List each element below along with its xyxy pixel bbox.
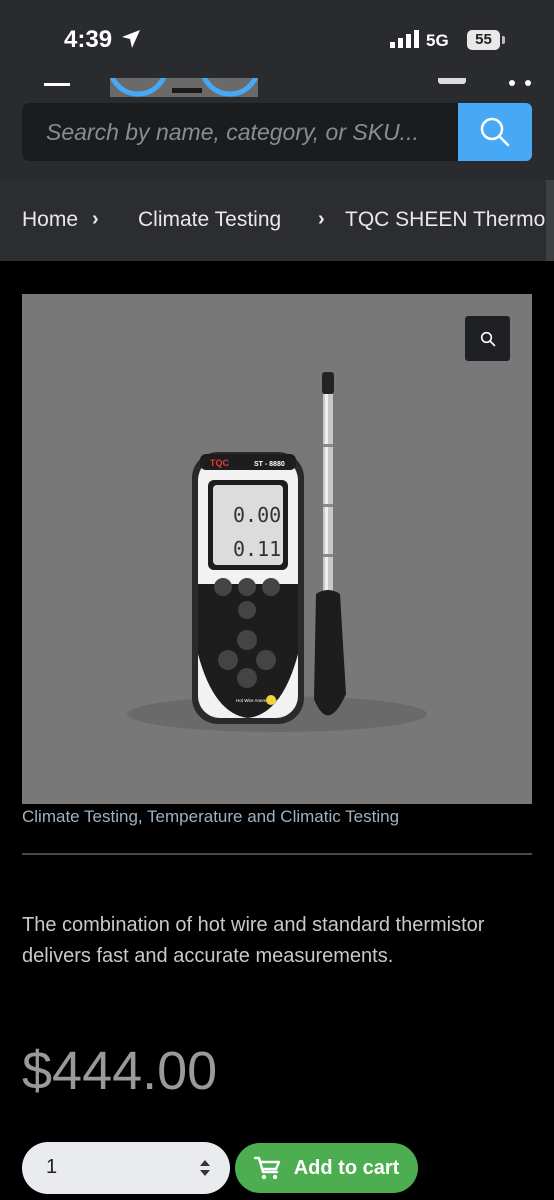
up-down-arrows-icon	[200, 1160, 210, 1176]
zoom-button[interactable]	[465, 316, 510, 361]
product-description: The combination of hot wire and standard…	[22, 914, 485, 967]
battery-icon: 55	[467, 30, 500, 50]
breadcrumb-scrollbar[interactable]	[546, 180, 554, 261]
search-button[interactable]	[458, 103, 532, 161]
category-link[interactable]: Temperature and Climatic Testing	[147, 807, 399, 826]
chevron-right-icon: ›	[92, 208, 99, 230]
search-icon	[480, 117, 510, 147]
breadcrumb: Home › Climate Testing › TQC SHEEN Therm…	[0, 180, 554, 261]
network-label: 5G	[426, 31, 449, 50]
display-bottom: 0.11	[233, 537, 281, 561]
site-logo[interactable]	[110, 78, 258, 97]
signal-icon	[390, 30, 419, 48]
cart-plus-icon	[253, 1156, 280, 1180]
product-image[interactable]: TQC ST - 8880 0.00 0.11 Hot Wire Anemome…	[22, 294, 532, 804]
status-bar: 4:39 5G 55	[0, 0, 554, 78]
product-categories: Climate Testing, Temperature and Climati…	[22, 807, 399, 827]
breadcrumb-category[interactable]: Climate Testing	[138, 208, 281, 232]
quantity-value: 1	[46, 1156, 58, 1178]
device-brand: TQC	[210, 458, 229, 468]
cart-icon[interactable]	[506, 78, 536, 88]
logo-graphic	[110, 78, 258, 97]
chevron-right-icon: ›	[318, 208, 325, 230]
add-to-cart-button[interactable]: Add to cart	[235, 1143, 418, 1193]
display-top: 0.00	[233, 503, 281, 527]
menu-icon[interactable]	[44, 78, 70, 86]
add-to-cart-label: Add to cart	[293, 1156, 400, 1179]
quantity-select[interactable]: 1	[22, 1142, 230, 1194]
anemometer-illustration: TQC ST - 8880 0.00 0.11 Hot Wire Anemome…	[127, 372, 427, 732]
site-header	[0, 78, 554, 180]
account-icon[interactable]	[438, 78, 466, 84]
product-price: $444.00	[22, 1041, 218, 1101]
category-separator: ,	[137, 807, 148, 826]
breadcrumb-home[interactable]: Home	[22, 208, 78, 232]
category-link[interactable]: Climate Testing	[22, 807, 138, 826]
zoom-icon	[480, 331, 495, 346]
location-arrow-icon	[122, 30, 140, 48]
device-model: ST - 8880	[254, 461, 285, 468]
status-time: 4:39	[64, 26, 113, 53]
breadcrumb-current: TQC SHEEN Thermo-Anemometer	[345, 208, 554, 231]
battery-tip	[502, 36, 505, 44]
divider	[22, 853, 532, 855]
search-box	[22, 103, 458, 161]
search-input[interactable]	[22, 103, 442, 161]
